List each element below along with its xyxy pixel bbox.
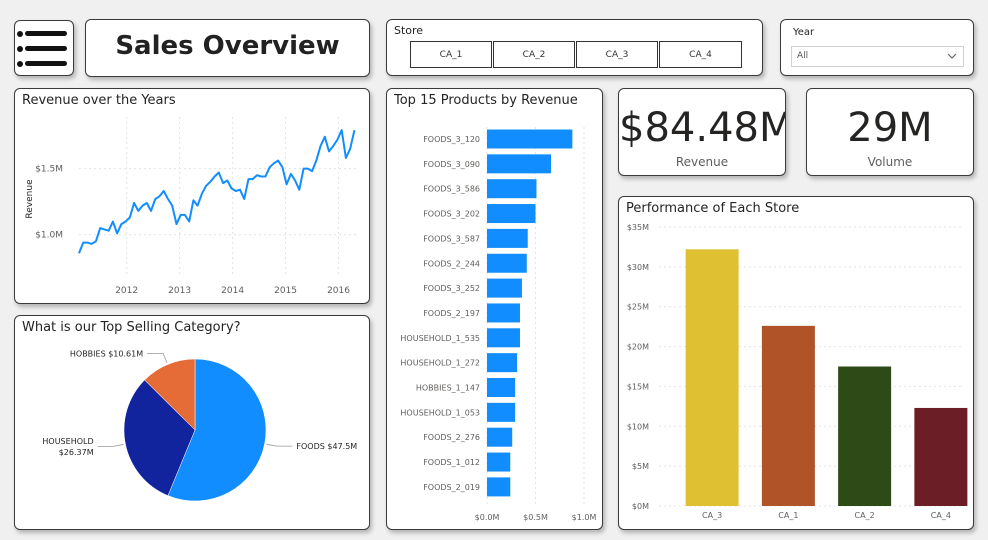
pie-leader-line-foods <box>266 443 293 447</box>
category-label-household-1-535: HOUSEHOLD_1_535 <box>400 334 480 343</box>
pie-label-household-1: $26.37M <box>59 448 94 457</box>
kpi-volume-label: Volume <box>867 155 913 169</box>
y-tick-label: $35M <box>627 223 649 232</box>
x-tick-label: 2012 <box>115 286 138 296</box>
category-label-foods-2-276: FOODS_2_276 <box>423 433 480 442</box>
store-slicer: Store CA_1 CA_2 CA_3 CA_4 <box>386 19 763 76</box>
category-label-foods-3-252: FOODS_3_252 <box>423 284 480 293</box>
y-tick-label: $0M <box>632 502 649 511</box>
bar-household-1-053 <box>487 402 516 422</box>
y-tick-label: $20M <box>627 343 649 352</box>
x-tick-label-ca-3: CA_3 <box>702 511 722 520</box>
bar-household-1-535 <box>487 328 520 348</box>
year-slicer: Year All <box>780 19 974 76</box>
y-tick-label: $15M <box>627 382 649 391</box>
store-option-ca-3[interactable]: CA_3 <box>576 41 658 68</box>
x-tick-label-ca-2: CA_2 <box>855 511 875 520</box>
category-label-foods-3-120: FOODS_3_120 <box>423 135 480 144</box>
bar-foods-2-276 <box>487 427 513 447</box>
category-label-foods-2-197: FOODS_2_197 <box>423 309 480 318</box>
bar-hobbies-1-147 <box>487 378 516 397</box>
category-label-household-1-272: HOUSEHOLD_1_272 <box>400 359 480 368</box>
top-category-card: What is our Top Selling Category? FOODS … <box>14 315 370 530</box>
pie-leader-line-household <box>97 444 124 447</box>
bar-foods-2-244 <box>487 253 527 273</box>
menu-button[interactable] <box>14 20 74 76</box>
bar-foods-3-202 <box>487 204 536 224</box>
y-tick-label: $1.0M <box>35 231 63 241</box>
bar-household-1-272 <box>487 353 518 373</box>
category-label-foods-3-587: FOODS_3_587 <box>423 234 480 243</box>
store-option-ca-2[interactable]: CA_2 <box>493 41 575 68</box>
x-tick-label: $0.5M <box>523 513 548 522</box>
category-label-foods-3-586: FOODS_3_586 <box>423 185 480 194</box>
x-tick-label: 2016 <box>327 286 350 296</box>
category-label-hobbies-1-147: HOBBIES_1_147 <box>416 384 480 393</box>
bar-ca-4 <box>914 407 968 506</box>
bar-foods-3-252 <box>487 278 522 298</box>
revenue-over-years-card: Revenue over the Years $1.0M $1.5M 2012 201… <box>14 88 370 304</box>
category-label-foods-1-012: FOODS_1_012 <box>423 458 480 467</box>
kpi-revenue-label: Revenue <box>675 155 729 169</box>
category-label-foods-3-202: FOODS_3_202 <box>423 210 480 219</box>
bar-ca-3 <box>685 249 739 506</box>
bar-foods-2-197 <box>487 303 520 323</box>
x-tick-label: 2014 <box>221 286 244 296</box>
bar-ca-2 <box>838 366 892 506</box>
category-label-household-1-053: HOUSEHOLD_1_053 <box>400 408 480 417</box>
bar-foods-3-586 <box>487 179 537 199</box>
y-tick-label: $30M <box>627 263 649 272</box>
kpi-revenue-value: $84.48M <box>619 105 786 151</box>
category-label-foods-2-244: FOODS_2_244 <box>423 259 480 268</box>
x-tick-label-ca-1: CA_1 <box>778 511 798 520</box>
bar-ca-1 <box>761 325 815 506</box>
bar-foods-2-019 <box>487 477 511 497</box>
y-tick-label: $1.5M <box>35 165 63 175</box>
category-label-foods-2-019: FOODS_2_019 <box>423 483 480 492</box>
store-performance-bar-chart: $0M $5M $10M $15M $20M $25M $30M $35M CA_3 CA_1 CA… <box>627 223 968 520</box>
chevron-down-icon <box>946 48 958 68</box>
page-title: Sales Overview <box>115 31 340 61</box>
kpi-volume-card: 29M Volume <box>806 88 974 176</box>
y-tick-label: $10M <box>627 422 649 431</box>
y-tick-label: $5M <box>632 462 649 471</box>
kpi-volume-value: 29M <box>847 105 933 151</box>
category-pie-chart: FOODS $47.5M HOUSEHOLD $26.37M HOBBIES $10.… <box>42 349 357 502</box>
top-products-card: Top 15 Products by Revenue $0.0M $0.5M $1.… <box>386 88 603 530</box>
store-option-ca-1[interactable]: CA_1 <box>410 41 492 68</box>
x-tick-label: $1.0M <box>572 513 597 522</box>
x-tick-label: 2013 <box>168 286 191 296</box>
pie-leader-line-hobbies <box>147 352 168 363</box>
store-option-ca-4[interactable]: CA_4 <box>659 41 742 68</box>
pie-label-foods: FOODS $47.5M <box>296 442 357 451</box>
y-axis-label: Revenue <box>25 179 35 219</box>
store-performance-card: Performance of Each Store $0M $5M $10M $15M… <box>618 196 974 530</box>
y-tick-label: $25M <box>627 303 649 312</box>
year-dropdown-value: All <box>797 51 809 61</box>
hamburger-menu-icon <box>15 21 73 75</box>
kpi-revenue-card: $84.48M Revenue <box>618 88 786 176</box>
bar-foods-3-587 <box>487 228 528 248</box>
pie-label-hobbies: HOBBIES $10.61M <box>70 349 143 358</box>
pie-label-household-0: HOUSEHOLD <box>42 437 93 446</box>
bar-foods-1-012 <box>487 452 511 472</box>
year-dropdown[interactable]: All <box>791 46 964 67</box>
revenue-line-chart: $1.0M $1.5M 2012 2013 2014 2015 2016 Revenue <box>25 117 356 296</box>
x-tick-label: $0.0M <box>475 513 500 522</box>
top-products-bar-chart: $0.0M $0.5M $1.0M FOODS_3_120 FOODS_3_090 FOO… <box>400 127 597 522</box>
x-tick-label: 2015 <box>274 286 297 296</box>
category-label-foods-3-090: FOODS_3_090 <box>423 160 480 169</box>
year-slicer-label: Year <box>793 27 815 38</box>
bar-foods-3-090 <box>487 154 552 174</box>
store-slicer-label: Store <box>394 24 424 37</box>
x-tick-label-ca-4: CA_4 <box>931 511 951 520</box>
bar-foods-3-120 <box>487 129 573 149</box>
title-card: Sales Overview <box>85 19 370 77</box>
